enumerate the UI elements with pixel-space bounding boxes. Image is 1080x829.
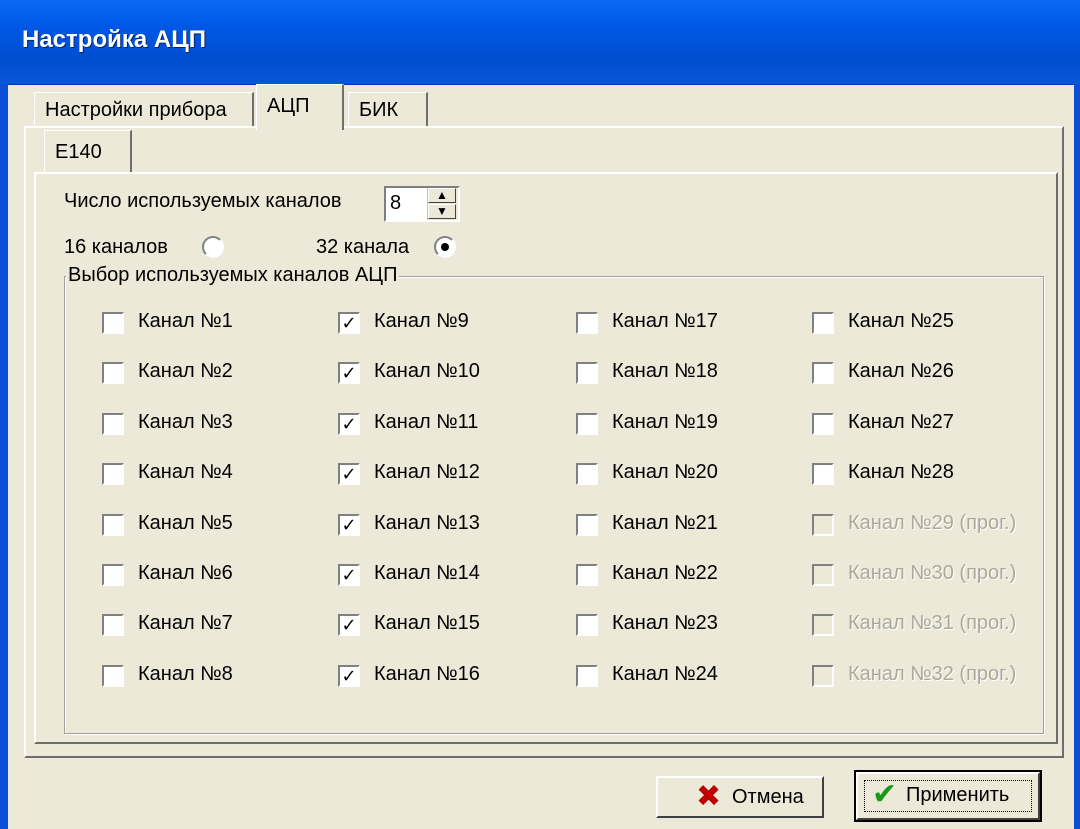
window-frame-left bbox=[0, 84, 8, 829]
channel-checkbox[interactable]: ✓ bbox=[338, 665, 360, 687]
channel-label: Канал №27 bbox=[848, 411, 954, 433]
channel-label: Канал №8 bbox=[138, 663, 233, 685]
window-frame-right bbox=[1074, 84, 1080, 829]
channel-checkbox[interactable] bbox=[812, 463, 834, 485]
channel-checkbox[interactable]: ✓ bbox=[338, 463, 360, 485]
channel-checkbox[interactable] bbox=[102, 362, 124, 384]
spin-up-button[interactable]: ▲ bbox=[428, 188, 456, 203]
channel-label: Канал №19 bbox=[612, 411, 718, 433]
channel-checkbox[interactable]: ✓ bbox=[338, 614, 360, 636]
channels-count-value[interactable]: 8 bbox=[390, 192, 401, 215]
channel-checkbox[interactable] bbox=[102, 665, 124, 687]
channel-label: Канал №14 bbox=[374, 562, 480, 584]
channel-checkbox[interactable] bbox=[576, 665, 598, 687]
tab-adc[interactable]: АЦП bbox=[256, 84, 344, 130]
cancel-button[interactable]: ✖ Отмена bbox=[656, 776, 824, 818]
channel-label: Канал №25 bbox=[848, 310, 954, 332]
channel-checkbox[interactable] bbox=[576, 463, 598, 485]
channel-label: Канал №3 bbox=[138, 411, 233, 433]
cancel-button-label: Отмена bbox=[732, 786, 804, 808]
channel-checkbox[interactable] bbox=[576, 514, 598, 536]
channel-label: Канал №15 bbox=[374, 612, 480, 634]
channel-checkbox[interactable] bbox=[812, 413, 834, 435]
apply-button[interactable]: ✔ Применить bbox=[854, 770, 1042, 822]
channel-label: Канал №17 bbox=[612, 310, 718, 332]
channel-label: Канал №7 bbox=[138, 612, 233, 634]
channel-checkbox[interactable] bbox=[576, 564, 598, 586]
channel-label: Канал №24 bbox=[612, 663, 718, 685]
channel-checkbox[interactable] bbox=[576, 312, 598, 334]
channel-checkbox[interactable] bbox=[102, 564, 124, 586]
channel-label: Канал №21 bbox=[612, 512, 718, 534]
channel-checkbox[interactable]: ✓ bbox=[338, 514, 360, 536]
channel-label: Канал №16 bbox=[374, 663, 480, 685]
channel-checkbox[interactable] bbox=[576, 413, 598, 435]
channel-label: Канал №20 bbox=[612, 461, 718, 483]
channel-label: Канал №31 (прог.) bbox=[848, 612, 1017, 634]
channel-checkbox[interactable] bbox=[102, 312, 124, 334]
channel-checkbox[interactable] bbox=[812, 614, 834, 636]
channel-selection-group-title: Выбор используемых каналов АЦП bbox=[66, 264, 400, 287]
channel-label: Канал №30 (прог.) bbox=[848, 562, 1017, 584]
channel-label: Канал №23 bbox=[612, 612, 718, 634]
channel-label: Канал №4 bbox=[138, 461, 233, 483]
channel-label: Канал №6 bbox=[138, 562, 233, 584]
channel-label: Канал №2 bbox=[138, 360, 233, 382]
apply-button-label: Применить bbox=[906, 784, 1010, 806]
channel-checkbox[interactable] bbox=[576, 362, 598, 384]
tab-device-settings[interactable]: Настройки прибора bbox=[34, 92, 254, 128]
channel-label: Канал №10 bbox=[374, 360, 480, 382]
channel-label: Канал №32 (прог.) bbox=[848, 663, 1017, 685]
channel-label: Канал №1 bbox=[138, 310, 233, 332]
channel-label: Канал №11 bbox=[374, 411, 479, 433]
channel-label: Канал №29 (прог.) bbox=[848, 512, 1017, 534]
channel-checkbox[interactable] bbox=[102, 463, 124, 485]
channel-checkbox[interactable] bbox=[812, 312, 834, 334]
channel-label: Канал №28 bbox=[848, 461, 954, 483]
channels-count-label: Число используемых каналов bbox=[64, 190, 342, 212]
channel-checkbox[interactable] bbox=[102, 413, 124, 435]
channel-checkbox[interactable] bbox=[812, 564, 834, 586]
channel-checkbox[interactable] bbox=[812, 514, 834, 536]
channel-checkbox[interactable] bbox=[812, 362, 834, 384]
tab-e140[interactable]: E140 bbox=[44, 130, 132, 176]
window-title: Настройка АЦП bbox=[22, 26, 206, 53]
channel-checkbox[interactable] bbox=[102, 514, 124, 536]
channel-label: Канал №5 bbox=[138, 512, 233, 534]
tab-bik[interactable]: БИК bbox=[348, 92, 428, 128]
channel-checkbox[interactable]: ✓ bbox=[338, 362, 360, 384]
channel-label: Канал №12 bbox=[374, 461, 480, 483]
spin-down-button[interactable]: ▼ bbox=[428, 204, 456, 219]
red-x-icon: ✖ bbox=[696, 780, 722, 813]
channel-checkbox[interactable]: ✓ bbox=[338, 312, 360, 334]
radio-16-label: 16 каналов bbox=[64, 236, 168, 258]
channel-checkbox[interactable]: ✓ bbox=[338, 413, 360, 435]
channel-label: Канал №26 bbox=[848, 360, 954, 382]
title-bar[interactable]: Настройка АЦП bbox=[0, 0, 1080, 85]
radio-16-channels[interactable] bbox=[202, 236, 224, 258]
channel-checkbox[interactable] bbox=[576, 614, 598, 636]
channel-label: Канал №9 bbox=[374, 310, 469, 332]
channel-label: Канал №18 bbox=[612, 360, 718, 382]
channel-checkbox[interactable]: ✓ bbox=[338, 564, 360, 586]
radio-32-channels[interactable] bbox=[434, 236, 456, 258]
green-check-icon: ✔ bbox=[872, 778, 898, 811]
channels-count-spinner[interactable]: 8 ▲ ▼ bbox=[384, 186, 460, 222]
radio-32-label: 32 канала bbox=[316, 236, 410, 258]
channel-label: Канал №13 bbox=[374, 512, 480, 534]
channel-label: Канал №22 bbox=[612, 562, 718, 584]
channel-checkbox[interactable] bbox=[812, 665, 834, 687]
channel-checkbox[interactable] bbox=[102, 614, 124, 636]
